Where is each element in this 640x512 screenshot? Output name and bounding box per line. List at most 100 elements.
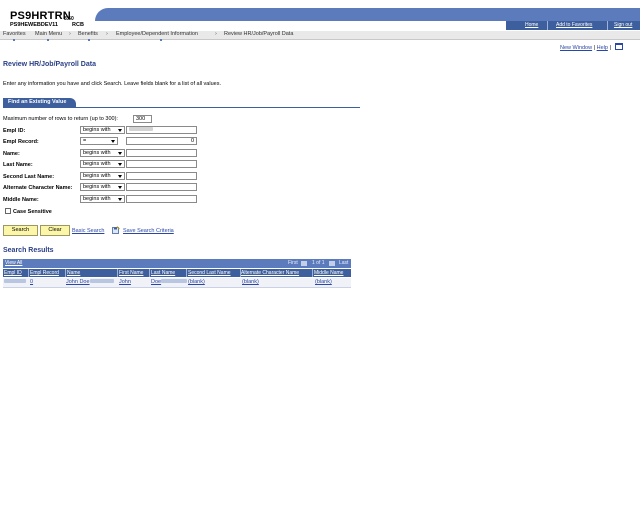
breadcrumb: Favorites Main Menu › Benefits › Employe… bbox=[0, 31, 640, 41]
page-title: Review HR/Job/Payroll Data bbox=[3, 61, 96, 68]
view-all-link[interactable]: View All bbox=[5, 260, 22, 266]
column-divider bbox=[65, 269, 66, 277]
dropdown-dot-icon bbox=[88, 39, 90, 41]
case-sensitive-checkbox[interactable] bbox=[5, 208, 11, 214]
middle-name-operator-select[interactable]: begins with bbox=[80, 195, 125, 203]
empl-id-input[interactable] bbox=[126, 126, 197, 134]
dropdown-dot-icon bbox=[13, 39, 15, 41]
first-link[interactable]: First bbox=[288, 260, 298, 266]
column-empl-id[interactable]: Empl ID bbox=[4, 269, 22, 277]
clear-button[interactable]: Clear bbox=[40, 225, 70, 236]
results-grid-header: Empl ID Empl Record Name First Name Last… bbox=[3, 269, 351, 277]
cell-last-name[interactable]: Doe bbox=[151, 279, 188, 285]
last-name-label: Last Name: bbox=[3, 162, 33, 168]
empl-record-label: Empl Record: bbox=[3, 139, 39, 145]
name-label: Name: bbox=[3, 151, 20, 157]
second-last-name-input[interactable] bbox=[126, 172, 197, 180]
util-divider bbox=[547, 21, 548, 30]
home-link[interactable]: Home bbox=[525, 22, 538, 28]
redacted-value bbox=[89, 279, 114, 283]
breadcrumb-current-page: Review HR/Job/Payroll Data bbox=[224, 31, 294, 37]
column-divider bbox=[117, 269, 118, 277]
cell-empl-record[interactable]: 0 bbox=[30, 279, 33, 285]
universal-navigation: Home Add to Favorites Sign out bbox=[506, 21, 640, 30]
cell-alternate-character-name[interactable]: (blank) bbox=[242, 279, 259, 285]
empl-record-operator-value: = bbox=[83, 138, 87, 144]
brand-tag: RCB bbox=[72, 22, 84, 28]
cell-first-name[interactable]: John bbox=[119, 279, 131, 285]
new-window-link[interactable]: New Window bbox=[560, 45, 592, 51]
cell-middle-name[interactable]: (blank) bbox=[315, 279, 332, 285]
header-band bbox=[95, 8, 640, 21]
next-arrow-icon[interactable] bbox=[329, 261, 335, 266]
tab-divider bbox=[3, 107, 360, 108]
empl-record-operator-select[interactable]: = bbox=[80, 137, 118, 145]
name-operator-value: begins with bbox=[83, 150, 111, 156]
empl-record-input[interactable]: 0 bbox=[126, 137, 197, 145]
cell-last-name-text: Doe bbox=[151, 279, 162, 285]
column-divider bbox=[186, 269, 187, 277]
alternate-character-name-input[interactable] bbox=[126, 183, 197, 191]
middle-name-input[interactable] bbox=[126, 195, 197, 203]
middle-name-label: Middle Name: bbox=[3, 197, 39, 203]
column-divider bbox=[28, 269, 29, 277]
column-divider bbox=[149, 269, 150, 277]
column-empl-record[interactable]: Empl Record bbox=[30, 269, 59, 277]
help-link[interactable]: Help bbox=[597, 45, 608, 51]
link-separator: | bbox=[593, 45, 596, 51]
second-last-name-label: Second Last Name: bbox=[3, 174, 55, 180]
empl-id-label: Empl ID: bbox=[3, 128, 26, 134]
column-name[interactable]: Name bbox=[67, 269, 80, 277]
chevron-down-icon bbox=[118, 163, 122, 166]
breadcrumb-benefits[interactable]: Benefits bbox=[78, 31, 98, 37]
column-first-name[interactable]: First Name bbox=[119, 269, 143, 277]
column-divider bbox=[312, 269, 313, 277]
cell-second-last-name[interactable]: (blank) bbox=[188, 279, 205, 285]
redacted-value bbox=[161, 279, 188, 283]
dropdown-dot-icon bbox=[160, 39, 162, 41]
last-name-operator-select[interactable]: begins with bbox=[80, 160, 125, 168]
previous-arrow-icon[interactable] bbox=[301, 261, 307, 266]
brand-database: PS9HEWEBDEV11 bbox=[10, 22, 58, 28]
search-button[interactable]: Search bbox=[3, 225, 38, 236]
add-to-favorites-link[interactable]: Add to Favorites bbox=[556, 22, 592, 28]
table-row[interactable]: 0 John Doe John Doe (blank) (blank) (bla… bbox=[3, 278, 351, 288]
alternate-character-name-operator-select[interactable]: begins with bbox=[80, 183, 125, 191]
name-input[interactable] bbox=[126, 149, 197, 157]
portal-header: PS9HRTRN 8.50 PS9HEWEBDEV11 RCB Home Add… bbox=[0, 0, 640, 31]
last-link[interactable]: Last bbox=[339, 260, 348, 266]
column-last-name[interactable]: Last Name bbox=[151, 269, 175, 277]
chevron-right-icon: › bbox=[106, 31, 108, 37]
cell-name-text: John Doe bbox=[66, 279, 90, 285]
column-second-last-name[interactable]: Second Last Name bbox=[188, 269, 231, 277]
breadcrumb-main-menu[interactable]: Main Menu bbox=[35, 31, 62, 37]
last-name-input[interactable] bbox=[126, 160, 197, 168]
cell-name[interactable]: John Doe bbox=[66, 279, 114, 285]
column-middle-name[interactable]: Middle Name bbox=[314, 269, 343, 277]
chevron-right-icon: › bbox=[69, 31, 71, 37]
util-divider bbox=[607, 21, 608, 30]
last-name-operator-value: begins with bbox=[83, 161, 111, 167]
name-operator-select[interactable]: begins with bbox=[80, 149, 125, 157]
basic-search-link[interactable]: Basic Search bbox=[72, 228, 104, 234]
customize-page-icon[interactable] bbox=[615, 43, 624, 50]
max-rows-input[interactable]: 300 bbox=[133, 115, 152, 123]
max-rows-label: Maximum number of rows to return (up to … bbox=[3, 116, 118, 122]
save-criteria-icon[interactable] bbox=[112, 226, 120, 234]
second-last-name-operator-select[interactable]: begins with bbox=[80, 172, 125, 180]
chevron-down-icon bbox=[118, 152, 122, 155]
tab-find-existing-value[interactable]: Find an Existing Value bbox=[3, 98, 76, 107]
column-alternate-character-name[interactable]: Alternate Character Name bbox=[241, 269, 299, 277]
dropdown-dot-icon bbox=[47, 39, 49, 41]
empl-id-operator-select[interactable]: begins with bbox=[80, 126, 125, 134]
results-grid-navigation: View All First 1 of 1 Last bbox=[3, 259, 351, 268]
alternate-character-name-operator-value: begins with bbox=[83, 184, 111, 190]
chevron-right-icon: › bbox=[215, 31, 217, 37]
case-sensitive-label: Case Sensitive bbox=[13, 209, 52, 215]
sign-out-link[interactable]: Sign out bbox=[614, 22, 632, 28]
save-search-criteria-link[interactable]: Save Search Criteria bbox=[123, 228, 174, 234]
cell-empl-id[interactable] bbox=[4, 279, 26, 285]
breadcrumb-employee-dependent-information[interactable]: Employee/Dependent Information bbox=[116, 31, 198, 37]
breadcrumb-favorites[interactable]: Favorites bbox=[3, 31, 26, 37]
chevron-down-icon bbox=[118, 198, 122, 201]
